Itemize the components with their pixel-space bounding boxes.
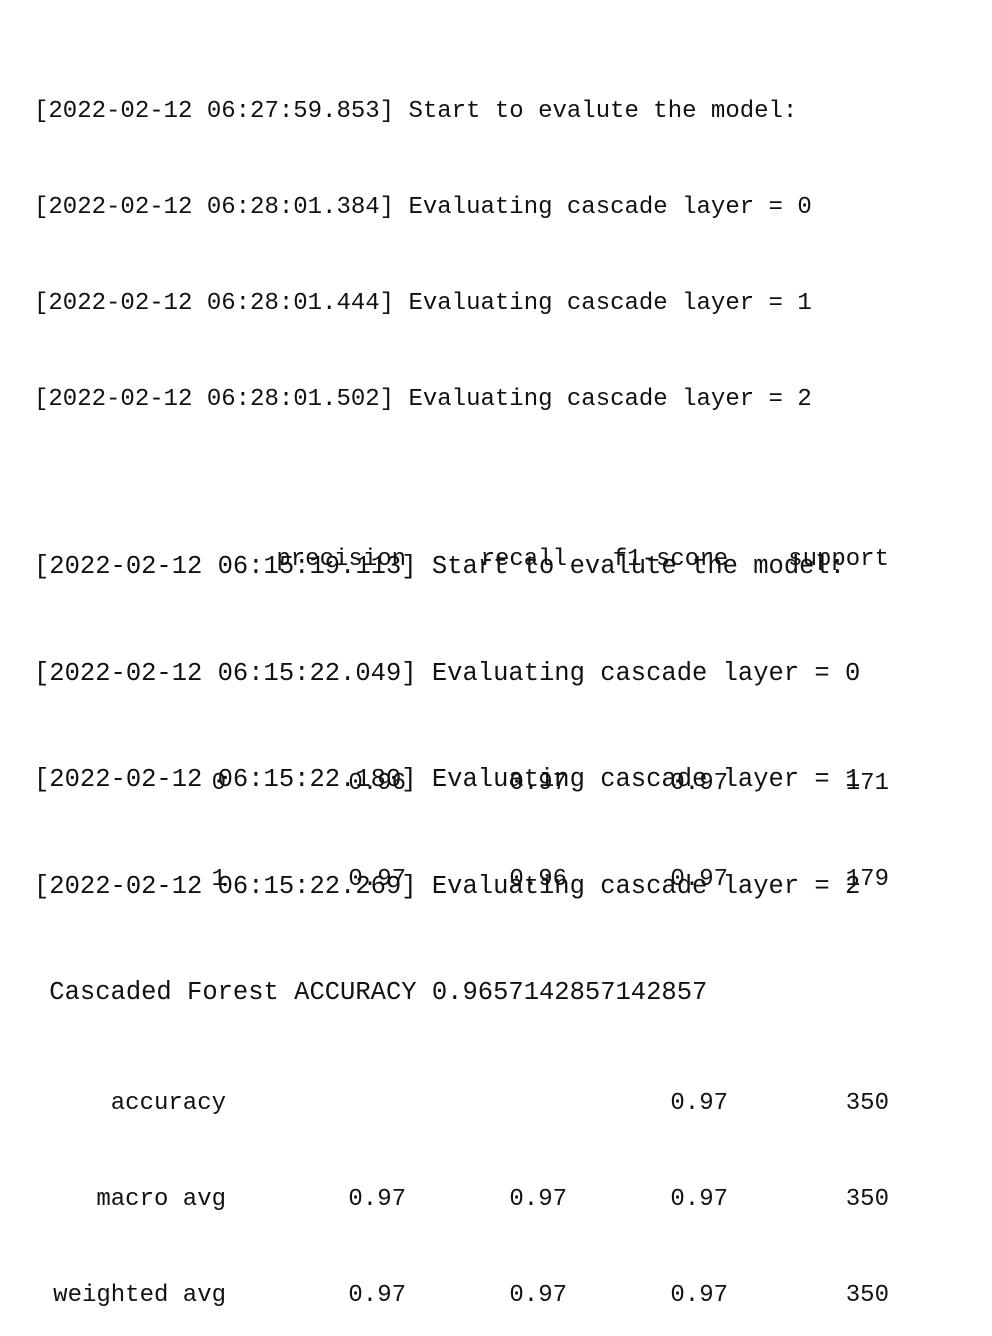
log-timestamp: [2022-02-12 06:28:01.444] — [34, 290, 395, 317]
report-row-label: macro avg — [96, 1186, 226, 1213]
log-timestamp: [2022-02-12 06:15:22.180] — [34, 765, 417, 794]
report-row-support: 350 — [845, 1090, 889, 1117]
log-line: [2022-02-12 06:27:59.853] Start to evalu… — [34, 96, 889, 128]
log-message: Start to evalute the model: — [408, 98, 798, 125]
log-line: [2022-02-12 06:28:01.444] Evaluating cas… — [34, 288, 889, 320]
log-message: Evaluating cascade layer = 1 — [408, 290, 812, 317]
log-line: [2022-02-12 06:15:19.113] Start to evalu… — [34, 549, 860, 585]
log-timestamp: [2022-02-12 06:15:22.269] — [34, 871, 417, 901]
log-line: [2022-02-12 06:15:22.180] Evaluating cas… — [34, 762, 860, 798]
report-row-label: accuracy — [110, 1090, 226, 1117]
log-timestamp: [2022-02-12 06:28:01.502] — [34, 386, 395, 413]
report-row-precision: 0.97 — [348, 1186, 406, 1213]
log-message: Start to evalute the model: — [431, 552, 846, 581]
terminal-output-run-2: [2022-02-12 06:15:19.113] Start to evalu… — [34, 478, 860, 1046]
report-row-recall: 0.97 — [509, 1186, 567, 1213]
report-row-precision — [226, 1088, 406, 1120]
report-row-f1: 0.97 — [670, 1186, 728, 1213]
log-message: Evaluating cascade layer = 2 — [408, 386, 812, 413]
report-row-recall — [406, 1088, 567, 1120]
report-row-label: weighted avg — [53, 1282, 226, 1309]
log-timestamp: [2022-02-12 06:15:19.113] — [34, 552, 417, 581]
report-summary-row: accuracy 0.97 350 — [34, 1088, 889, 1120]
log-message: Evaluating cascade layer = 0 — [431, 658, 861, 688]
report-row-f1: 0.97 — [670, 1090, 728, 1117]
log-message: Evaluating cascade layer = 1 — [431, 765, 861, 794]
report-row-support: 350 — [845, 1282, 889, 1309]
accuracy-value: 0.9657142857142857 — [431, 978, 708, 1007]
log-line: [2022-02-12 06:15:22.049] Evaluating cas… — [34, 656, 860, 692]
log-line: [2022-02-12 06:28:01.502] Evaluating cas… — [34, 384, 889, 416]
report-row-f1: 0.97 — [670, 1282, 728, 1309]
accuracy-label: Cascaded Forest ACCURACY — [34, 978, 417, 1007]
report-row-support: 350 — [845, 1186, 889, 1213]
report-summary-row: weighted avg 0.97 0.97 0.97 350 — [34, 1280, 889, 1312]
report-row-recall: 0.97 — [509, 1282, 567, 1309]
log-line: [2022-02-12 06:28:01.384] Evaluating cas… — [34, 192, 889, 224]
log-message: Evaluating cascade layer = 0 — [408, 194, 812, 221]
log-timestamp: [2022-02-12 06:28:01.384] — [34, 194, 395, 221]
log-timestamp: [2022-02-12 06:27:59.853] — [34, 98, 395, 125]
log-message: Evaluating cascade layer = 2 — [431, 871, 861, 901]
report-summary-row: macro avg 0.97 0.97 0.97 350 — [34, 1184, 889, 1216]
log-timestamp: [2022-02-12 06:15:22.049] — [34, 658, 417, 688]
log-line: [2022-02-12 06:15:22.269] Evaluating cas… — [34, 869, 860, 905]
report-row-precision: 0.97 — [348, 1282, 406, 1309]
accuracy-line: Cascaded Forest ACCURACY 0.9657142857142… — [34, 975, 860, 1011]
